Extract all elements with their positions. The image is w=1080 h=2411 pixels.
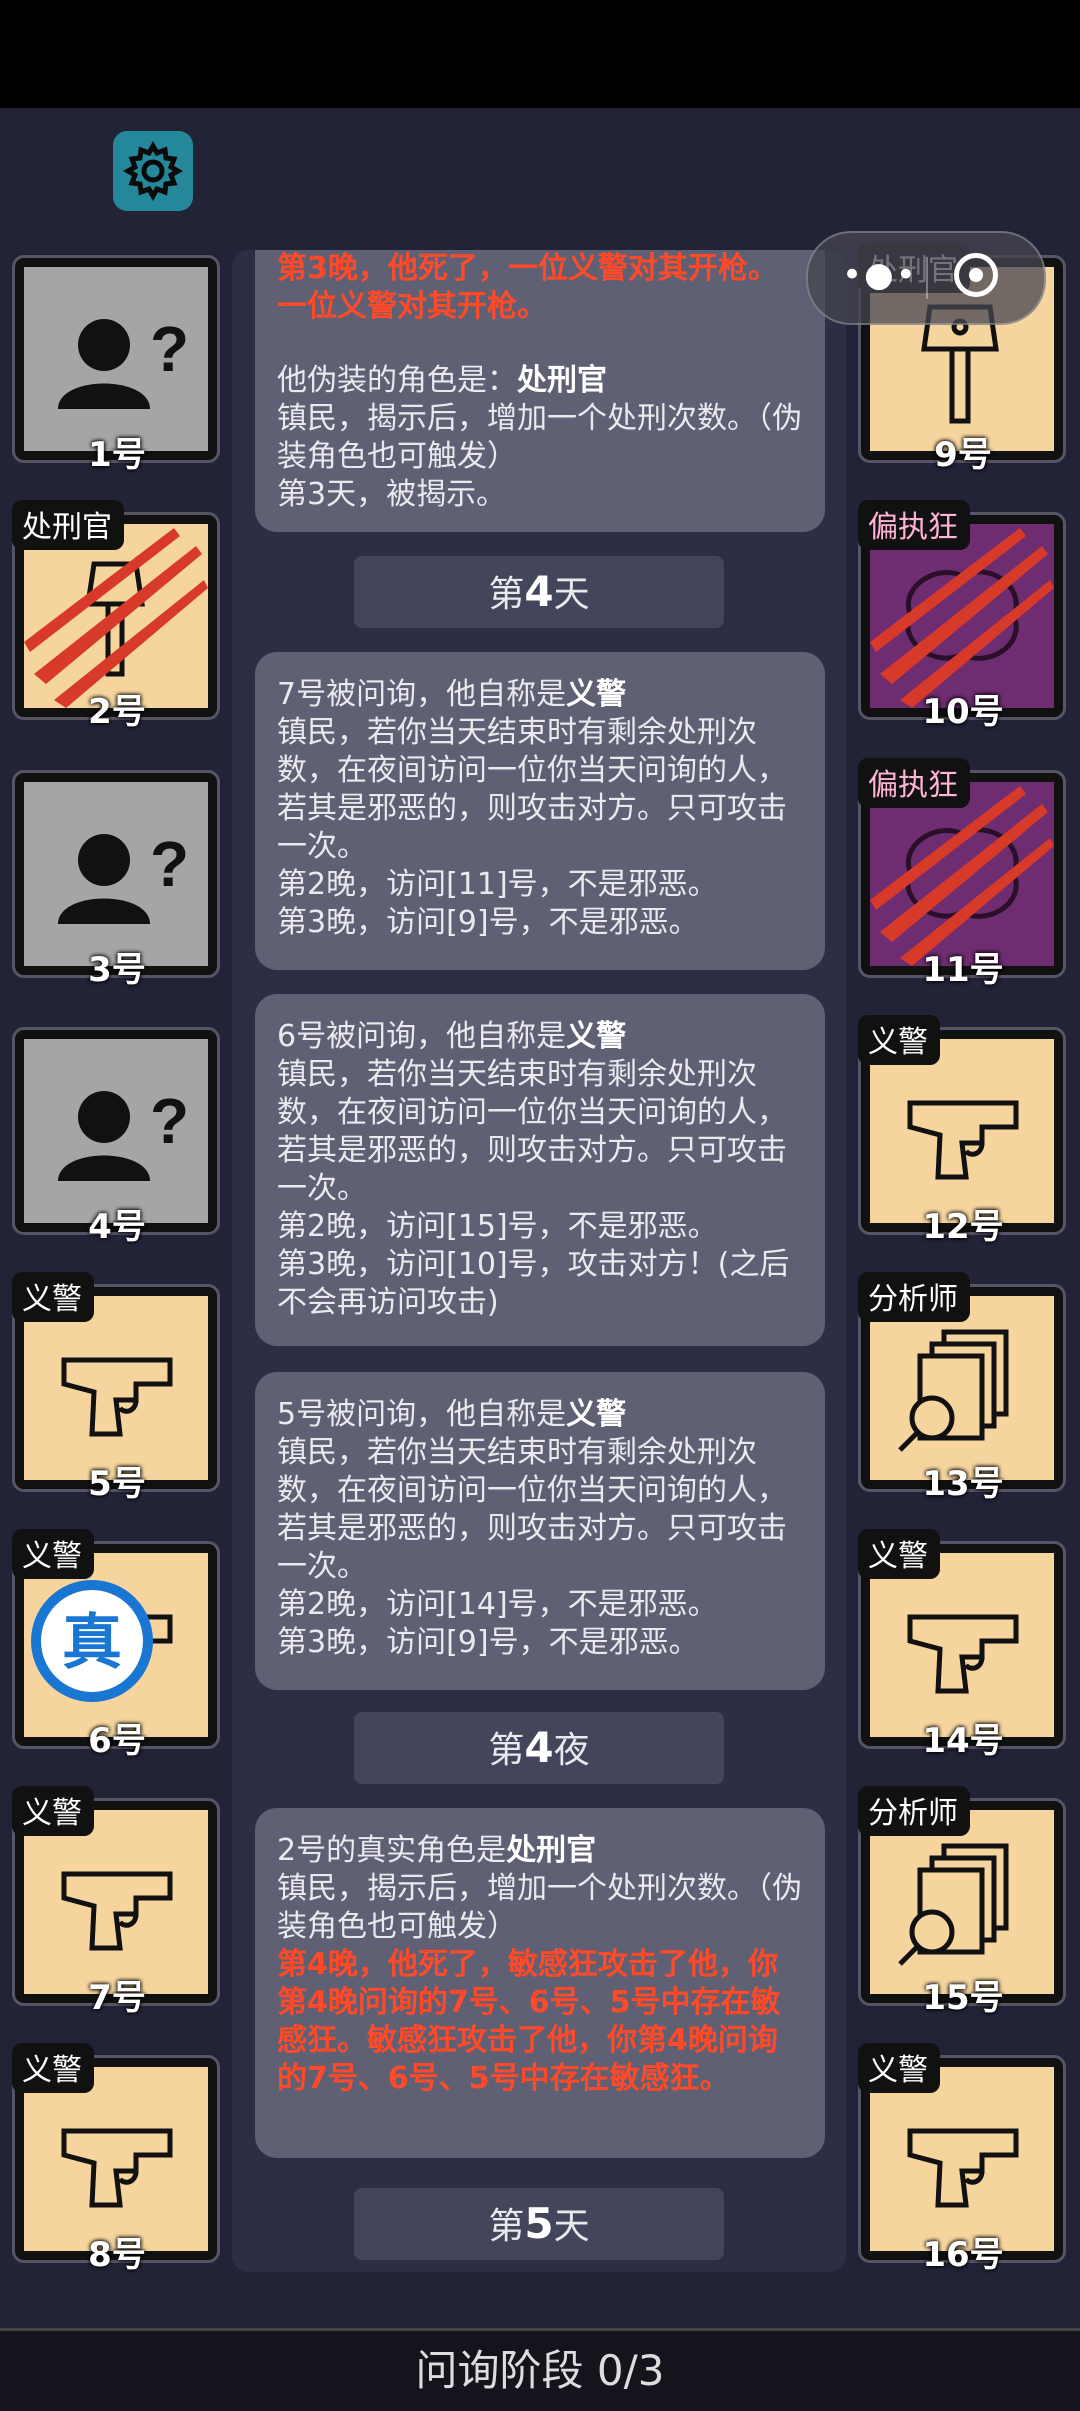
death-note: 第3晚，他死了，一位义警对其开枪。一位义警对其开枪。 xyxy=(277,251,778,324)
verified-stamp-icon: 真 xyxy=(31,1580,153,1702)
seat-number: 9号 xyxy=(934,435,992,475)
seat-10[interactable]: 偏执狂 10号 xyxy=(858,500,1068,732)
seat-7[interactable]: 义警 7号 xyxy=(12,1786,222,2018)
svg-text:?: ? xyxy=(150,828,189,900)
seat-4[interactable]: ? 4号 xyxy=(12,1027,222,1247)
seat-number: 16号 xyxy=(922,2235,1004,2275)
role-tag: 分析师 xyxy=(858,1272,970,1322)
seat-13[interactable]: 分析师 13号 xyxy=(858,1272,1068,1504)
game-log-feed[interactable]: 第3晚，他死了，一位义警对其开枪。一位义警对其开枪。 他伪装的角色是：处刑官 镇… xyxy=(232,250,846,2272)
role-tag: 义警 xyxy=(12,1786,94,1836)
svg-text:真: 真 xyxy=(62,1608,122,1678)
seat-5[interactable]: 义警 5号 xyxy=(12,1272,222,1504)
role-tag: 义警 xyxy=(12,1272,94,1322)
seat-number: 7号 xyxy=(88,1978,146,2018)
seat-number: 6号 xyxy=(88,1721,146,1761)
role-tag: 义警 xyxy=(12,1529,94,1579)
seat-12[interactable]: 义警 12号 xyxy=(858,1015,1068,1247)
svg-text:?: ? xyxy=(150,1085,189,1157)
unknown-player-icon: ? xyxy=(58,313,189,409)
top-bar xyxy=(0,0,1080,108)
documents-search-icon xyxy=(898,1329,1009,1452)
documents-search-icon xyxy=(898,1843,1009,1966)
seat-number: 5号 xyxy=(88,1464,146,1504)
seat-number: 14号 xyxy=(922,1721,1004,1761)
log-card: 5号被问询，他自称是义警 镇民，若你当天结束时有剩余处刑次数，在夜间访问一位你当… xyxy=(255,1372,825,1690)
unknown-player-icon: ? xyxy=(58,828,189,924)
gear-icon xyxy=(122,140,184,202)
seat-number: 13号 xyxy=(922,1464,1004,1504)
night-header: 第4夜 xyxy=(354,1712,724,1784)
role-tag: 偏执狂 xyxy=(858,500,970,550)
svg-text:?: ? xyxy=(150,313,189,385)
log-card: 7号被问询，他自称是义警 镇民，若你当天结束时有剩余处刑次数，在夜间访问一位你当… xyxy=(255,652,825,970)
log-card: 2号的真实角色是处刑官 镇民，揭示后，增加一个处刑次数。（伪装角色也可触发） 第… xyxy=(255,1808,825,2158)
seat-2[interactable]: 处刑官 2号 xyxy=(12,500,222,732)
death-note: 第4晚，他死了，敏感狂攻击了他，你第4晚问询的7号、6号、5号中存在敏感狂。敏感… xyxy=(277,1947,781,2096)
seat-16[interactable]: 义警 16号 xyxy=(858,2043,1068,2275)
day-header: 第4天 xyxy=(354,556,724,628)
settings-button[interactable] xyxy=(113,131,193,211)
seat-number: 8号 xyxy=(88,2235,146,2275)
seat-number: 11号 xyxy=(922,950,1004,990)
phase-bar: 问询阶段 0/3 xyxy=(0,2328,1080,2411)
seat-8[interactable]: 义警 8号 xyxy=(12,2043,222,2275)
role-tag: 偏执狂 xyxy=(858,758,970,808)
seat-15[interactable]: 分析师 15号 xyxy=(858,1786,1068,2018)
mini-program-capsule[interactable]: •●• xyxy=(806,231,1046,325)
seat-number: 12号 xyxy=(922,1207,1004,1247)
role-tag: 义警 xyxy=(858,2043,940,2093)
seat-6[interactable]: 真 义警 6号 xyxy=(12,1529,222,1761)
log-body: 镇民，揭示后，增加一个处刑次数。（伪装角色也可触发） 第3天，被揭示。 xyxy=(277,401,802,512)
role-tag: 义警 xyxy=(858,1015,940,1065)
seat-number: 4号 xyxy=(88,1207,146,1247)
log-body: 镇民，若你当天结束时有剩余处刑次数，在夜间访问一位你当天问询的人，若其是邪恶的，… xyxy=(277,715,787,940)
pistol-icon xyxy=(907,1614,1019,1694)
target-icon[interactable] xyxy=(954,253,998,297)
seat-14[interactable]: 义警 14号 xyxy=(858,1529,1068,1761)
role-tag: 分析师 xyxy=(858,1786,970,1836)
unknown-player-icon: ? xyxy=(58,1085,189,1181)
log-card: 第3晚，他死了，一位义警对其开枪。一位义警对其开枪。 他伪装的角色是：处刑官 镇… xyxy=(255,250,825,532)
role-tag: 义警 xyxy=(12,2043,94,2093)
day-header: 第5天 xyxy=(354,2188,724,2260)
log-body: 镇民，若你当天结束时有剩余处刑次数，在夜间访问一位你当天问询的人，若其是邪恶的，… xyxy=(277,1057,790,1320)
seat-number: 3号 xyxy=(88,950,146,990)
log-card: 6号被问询，他自称是义警 镇民，若你当天结束时有剩余处刑次数，在夜间访问一位你当… xyxy=(255,994,825,1346)
seat-number: 1号 xyxy=(88,435,146,475)
pistol-icon xyxy=(907,1100,1019,1180)
log-body: 镇民，若你当天结束时有剩余处刑次数，在夜间访问一位你当天问询的人，若其是邪恶的，… xyxy=(277,1435,787,1660)
seat-number: 2号 xyxy=(88,692,146,732)
seat-3[interactable]: ? 3号 xyxy=(12,770,222,990)
seat-11[interactable]: 偏执狂 11号 xyxy=(858,758,1068,990)
role-tag: 义警 xyxy=(858,1529,940,1579)
pistol-icon xyxy=(61,1357,173,1437)
more-dots-icon[interactable]: •●• xyxy=(842,255,918,295)
claw-marks-icon xyxy=(24,528,208,708)
pistol-icon xyxy=(61,1871,173,1951)
claw-marks-icon xyxy=(870,528,1054,708)
seat-number: 15号 xyxy=(922,1978,1004,2018)
seat-number: 10号 xyxy=(922,692,1004,732)
pistol-icon xyxy=(61,2128,173,2208)
pistol-icon xyxy=(907,2128,1019,2208)
role-tag: 处刑官 xyxy=(12,500,124,550)
seat-1[interactable]: ? 1号 xyxy=(12,255,222,475)
log-body: 镇民，揭示后，增加一个处刑次数。（伪装角色也可触发） xyxy=(277,1871,802,1944)
claw-marks-icon xyxy=(870,786,1054,966)
